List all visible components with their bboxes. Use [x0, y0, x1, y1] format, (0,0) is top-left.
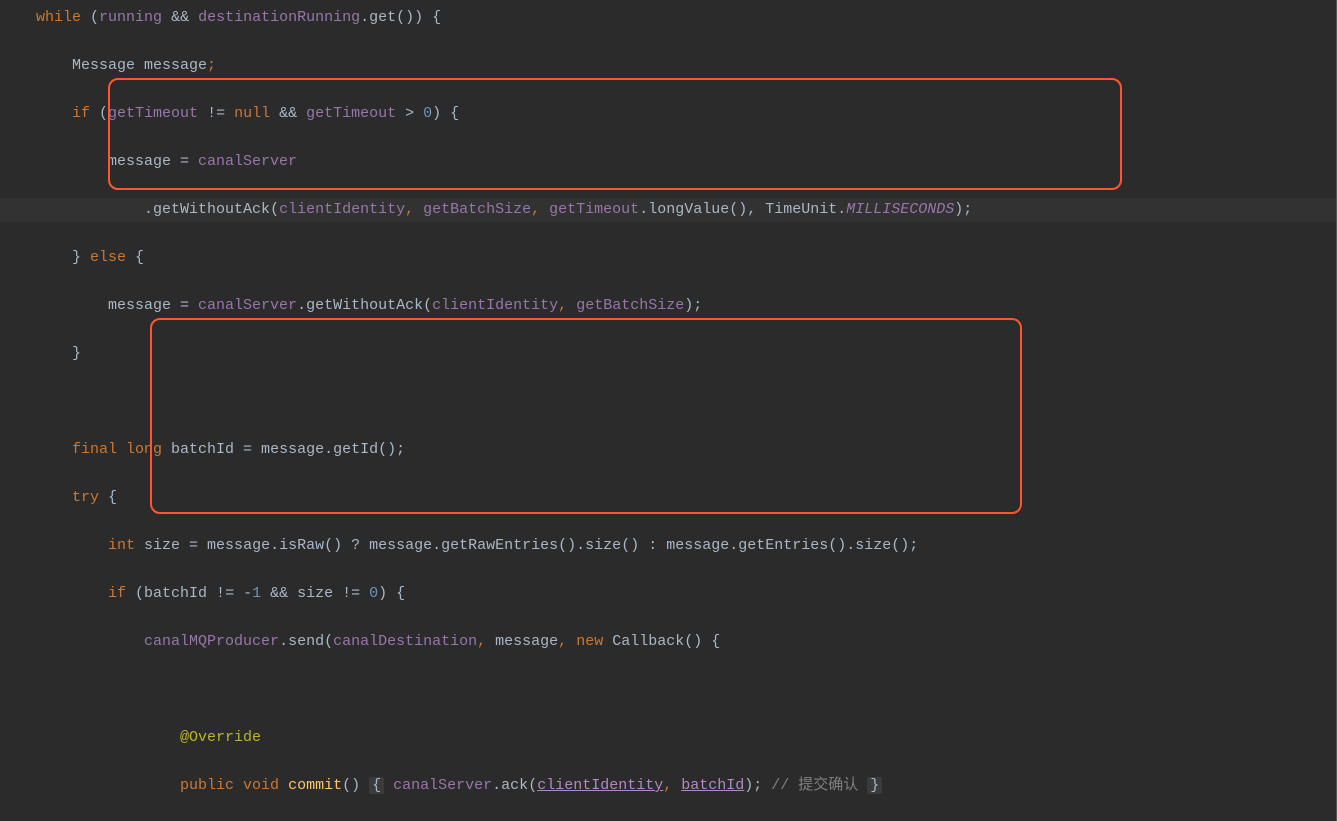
- code-line: @Override: [0, 726, 1337, 750]
- code-line: [0, 678, 1337, 702]
- code-line: try {: [0, 486, 1337, 510]
- code-line-highlighted: .getWithoutAck(clientIdentity, getBatchS…: [0, 198, 1337, 222]
- code-line: message = canalServer: [0, 150, 1337, 174]
- code-line: Message message;: [0, 54, 1337, 78]
- code-line: final long batchId = message.getId();: [0, 438, 1337, 462]
- code-line: int size = message.isRaw() ? message.get…: [0, 534, 1337, 558]
- code-line: while (running && destinationRunning.get…: [0, 6, 1337, 30]
- code-block[interactable]: while (running && destinationRunning.get…: [0, 6, 1337, 821]
- code-line: if (getTimeout != null && getTimeout > 0…: [0, 102, 1337, 126]
- code-line: if (batchId != -1 && size != 0) {: [0, 582, 1337, 606]
- code-line: canalMQProducer.send(canalDestination, m…: [0, 630, 1337, 654]
- code-line: }: [0, 342, 1337, 366]
- code-line: message = canalServer.getWithoutAck(clie…: [0, 294, 1337, 318]
- code-editor[interactable]: while (running && destinationRunning.get…: [0, 0, 1337, 821]
- code-line: [0, 390, 1337, 414]
- code-line: public void commit() { canalServer.ack(c…: [0, 774, 1337, 798]
- code-line: } else {: [0, 246, 1337, 270]
